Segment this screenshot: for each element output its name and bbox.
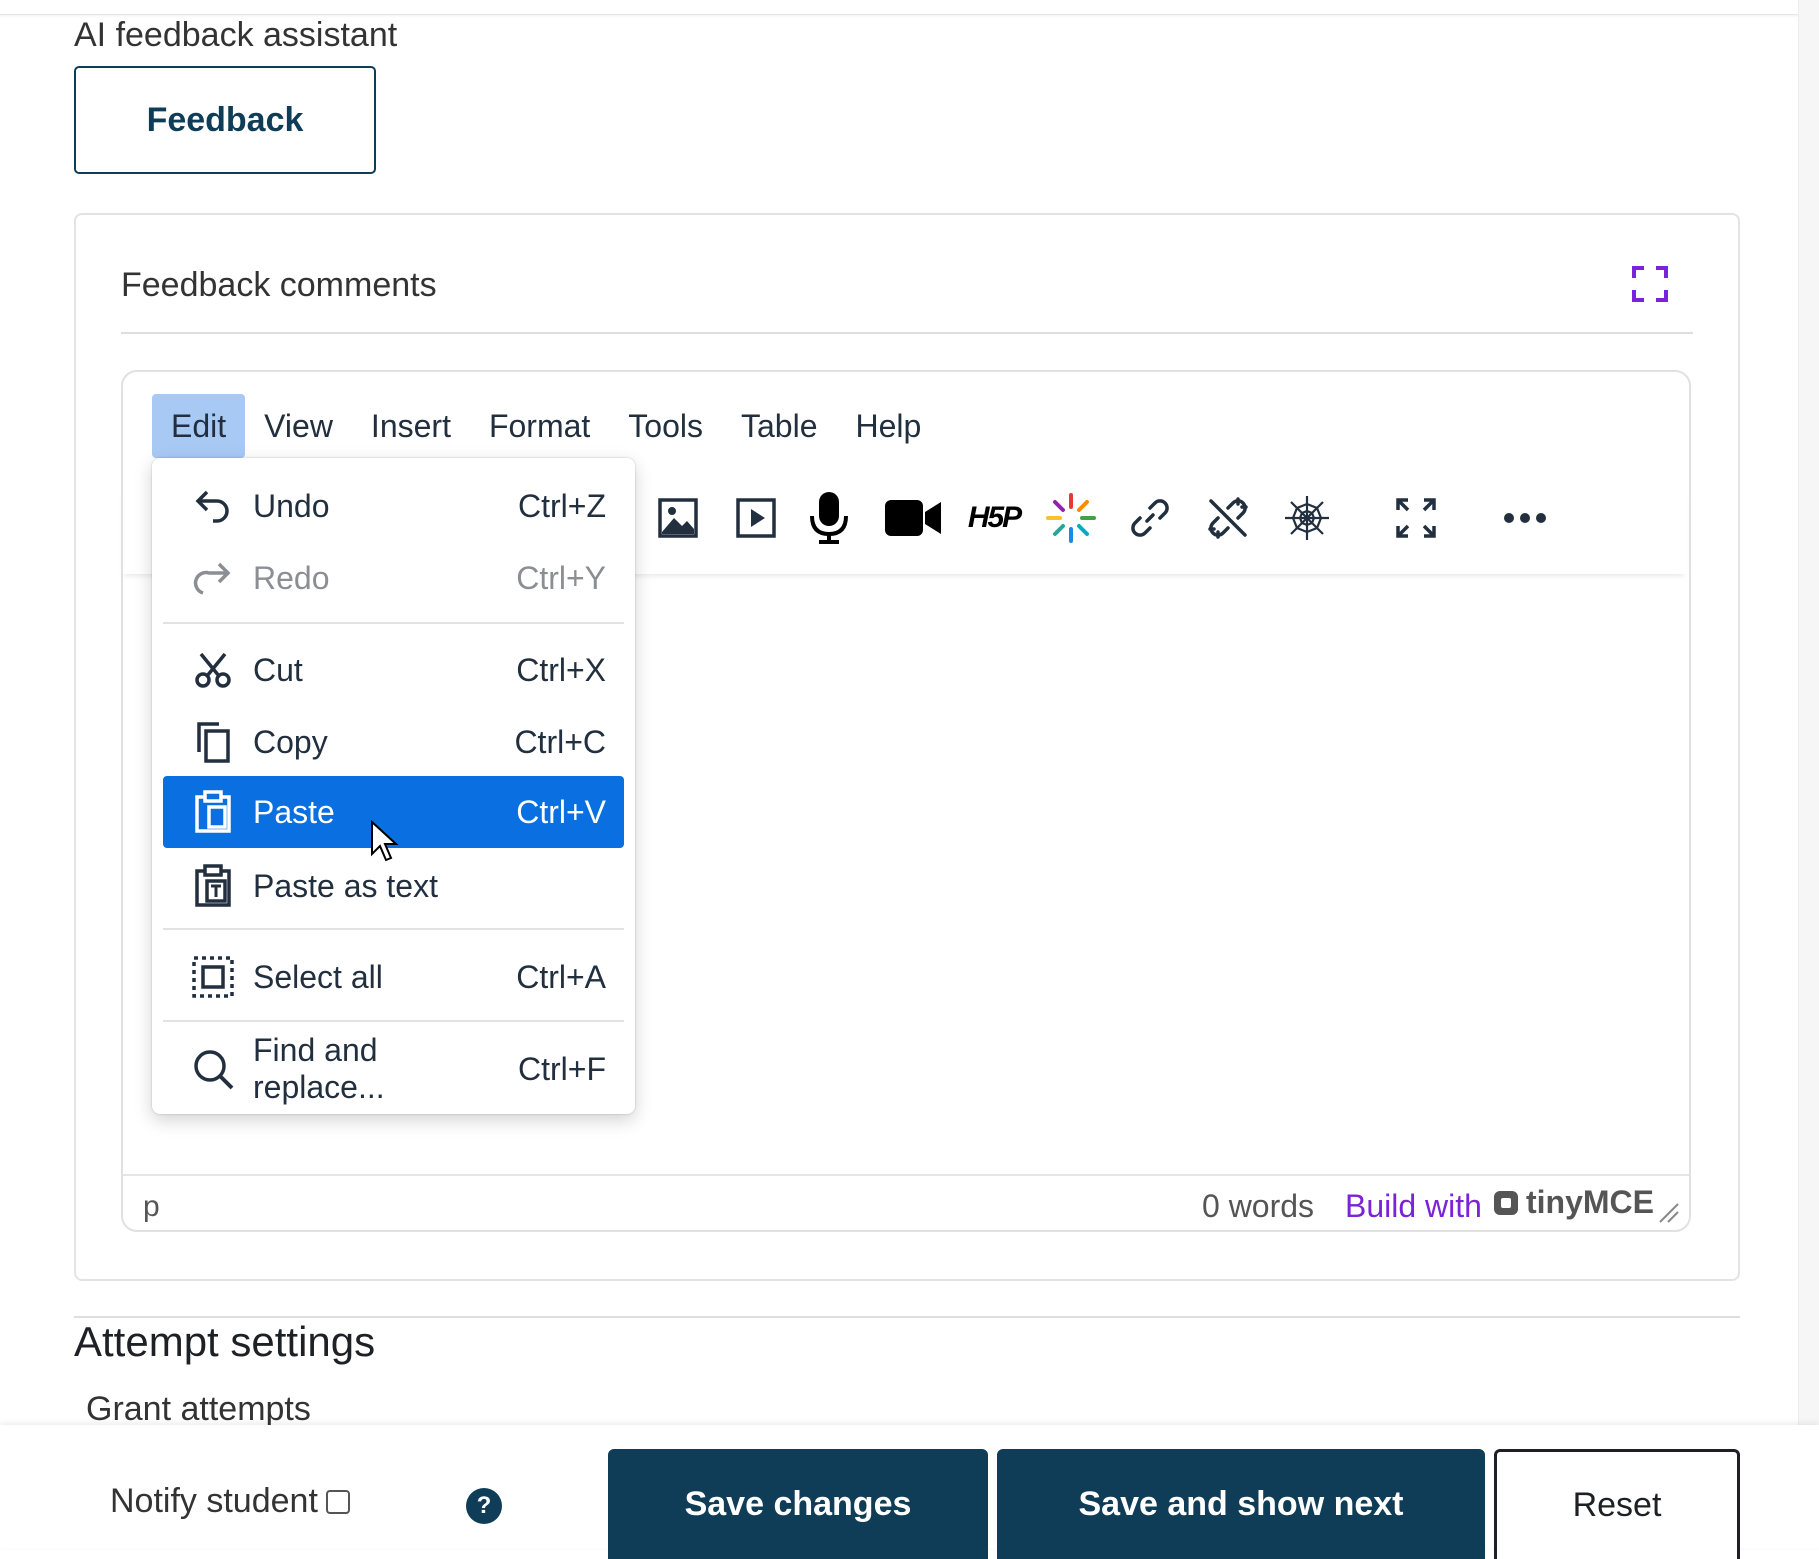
more-icon[interactable]	[1497, 490, 1553, 546]
top-bar	[0, 0, 1819, 15]
menu-item-copy[interactable]: Copy Ctrl+C	[163, 706, 624, 778]
microphone-icon[interactable]	[801, 490, 857, 546]
tinymce-logo[interactable]: tinyMCE	[1492, 1184, 1654, 1221]
ai-sparkle-icon[interactable]	[1043, 490, 1099, 546]
undo-icon	[185, 478, 241, 534]
tinymce-logo-icon	[1494, 1190, 1518, 1215]
notify-student[interactable]: Notify student	[110, 1482, 350, 1521]
image-icon[interactable]	[650, 490, 706, 546]
notify-label: Notify student	[110, 1482, 318, 1520]
card-title: Feedback comments	[121, 266, 437, 304]
paste-text-icon	[185, 858, 241, 914]
reset-button[interactable]: Reset	[1494, 1449, 1740, 1559]
element-path[interactable]: p	[143, 1190, 160, 1224]
notify-checkbox[interactable]	[325, 1489, 350, 1514]
h5p-icon[interactable]: H5P	[964, 490, 1024, 546]
web-icon[interactable]	[1279, 490, 1335, 546]
menu-table[interactable]: Table	[722, 394, 837, 458]
paste-icon	[185, 784, 241, 840]
resize-handle-icon[interactable]	[1656, 1200, 1680, 1224]
menu-item-select-all[interactable]: Select all Ctrl+A	[163, 941, 624, 1013]
menu-separator	[163, 928, 624, 930]
word-count[interactable]: 0 words	[1202, 1188, 1314, 1225]
menu-item-cut[interactable]: Cut Ctrl+X	[163, 634, 624, 706]
menu-item-find-replace[interactable]: Find and replace... Ctrl+F	[163, 1032, 624, 1105]
menu-insert[interactable]: Insert	[352, 394, 470, 458]
save-changes-button[interactable]: Save changes	[608, 1449, 988, 1559]
ai-assistant-label: AI feedback assistant	[74, 16, 398, 54]
mouse-cursor-icon	[371, 820, 399, 862]
build-with-link[interactable]: Build with	[1345, 1188, 1482, 1225]
menu-separator	[163, 622, 624, 624]
menu-item-undo[interactable]: Undo Ctrl+Z	[163, 470, 624, 542]
menu-item-redo[interactable]: Redo Ctrl+Y	[163, 542, 624, 614]
grant-attempts-label: Grant attempts	[86, 1390, 311, 1428]
search-icon	[185, 1041, 241, 1097]
media-icon[interactable]	[728, 490, 784, 546]
expand-icon[interactable]	[1630, 264, 1670, 304]
card-divider	[121, 332, 1693, 334]
select-all-icon	[185, 949, 241, 1005]
unlink-icon[interactable]	[1200, 490, 1256, 546]
attempt-settings-heading: Attempt settings	[74, 1318, 376, 1365]
link-icon[interactable]	[1122, 490, 1178, 546]
cut-icon	[185, 642, 241, 698]
menu-separator	[163, 1020, 624, 1022]
menu-help[interactable]: Help	[837, 394, 941, 458]
menu-edit[interactable]: Edit	[152, 394, 246, 458]
redo-icon	[185, 550, 241, 606]
editor-menubar: Edit View Insert Format Tools Table Help	[152, 394, 940, 458]
tinymce-brand: tinyMCE	[1526, 1184, 1654, 1220]
menu-tools[interactable]: Tools	[609, 394, 722, 458]
help-icon[interactable]: ?	[466, 1488, 502, 1524]
status-divider	[123, 1174, 1689, 1176]
copy-icon	[185, 714, 241, 770]
fullscreen-icon[interactable]	[1388, 490, 1444, 546]
menu-view[interactable]: View	[245, 394, 352, 458]
page-scrollbar[interactable]	[1798, 0, 1819, 1430]
menu-format[interactable]: Format	[470, 394, 609, 458]
video-camera-icon[interactable]	[885, 490, 941, 546]
save-and-show-next-button[interactable]: Save and show next	[997, 1449, 1485, 1559]
feedback-button[interactable]: Feedback	[74, 66, 376, 174]
